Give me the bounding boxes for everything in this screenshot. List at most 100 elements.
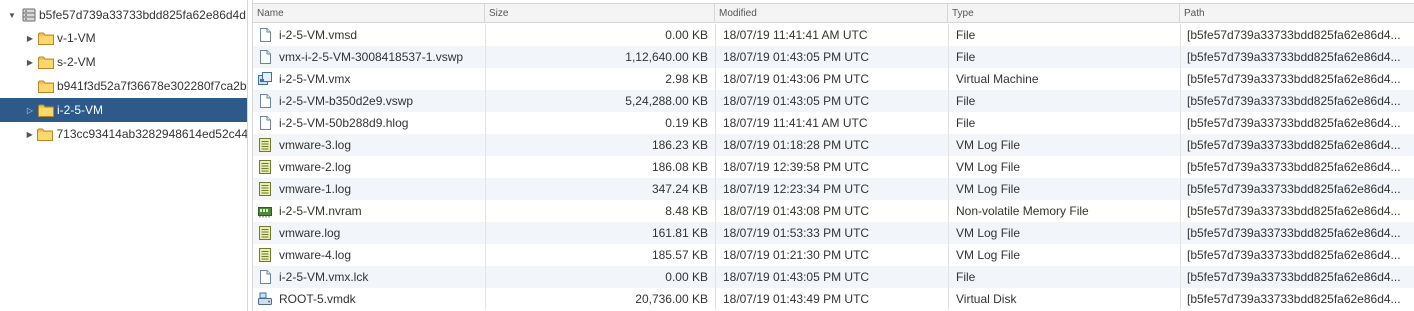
cell-size: 186.23 KB <box>651 138 708 152</box>
table-row[interactable]: vmware-3.log 186.23 KB 18/07/19 01:18:28 P… <box>253 134 1414 156</box>
cell-modified: 18/07/19 12:23:34 PM UTC <box>723 182 870 196</box>
tree-item[interactable]: b941f3d52a7f36678e302280f7ca2b <box>0 74 247 98</box>
cell-type: File <box>956 28 976 42</box>
cell-path: [b5fe57d739a33733bdd825fa62e86d4... <box>1187 226 1401 240</box>
table-row[interactable]: vmware.log 161.81 KB 18/07/19 01:53:33 PM … <box>253 222 1414 244</box>
cell-type: VM Log File <box>956 182 1021 196</box>
tree-item[interactable]: ▶ 713cc93414ab3282948614ed52c44 <box>0 122 248 146</box>
table-row[interactable]: vmware-4.log 185.57 KB 18/07/19 01:21:30 P… <box>253 244 1414 266</box>
cell-size: 0.00 KB <box>665 270 708 284</box>
column-header-modified[interactable]: Modified <box>715 4 948 23</box>
tree-item-label: i-2-5-VM <box>57 103 104 117</box>
cell-size: 0.00 KB <box>665 28 708 42</box>
table-row[interactable]: i-2-5-VM.vmx.lck 0.00 KB 18/07/19 01:43:05… <box>253 266 1414 288</box>
column-separator <box>715 134 716 156</box>
table-row[interactable]: i-2-5-VM-b350d2e9.vswp 5,24,288.00 KB 18/0… <box>253 90 1414 112</box>
column-separator <box>1180 90 1181 112</box>
cell-type: Virtual Disk <box>956 292 1017 306</box>
table-row[interactable]: i-2-5-VM.vmsd 0.00 KB 18/07/19 11:41:41 AM… <box>253 24 1414 46</box>
table-row[interactable]: i-2-5-VM.vmx 2.98 KB 18/07/19 01:43:06 PM … <box>253 68 1414 90</box>
table-row[interactable]: vmware-2.log 186.08 KB 18/07/19 12:39:58 P… <box>253 156 1414 178</box>
folder-icon <box>38 104 54 117</box>
cell-name[interactable]: vmware-1.log <box>279 178 483 200</box>
column-separator <box>485 90 486 112</box>
column-separator <box>715 156 716 178</box>
tree-item-label: s-2-VM <box>57 55 96 69</box>
cell-name[interactable]: vmware-4.log <box>279 244 483 266</box>
cell-type: File <box>956 270 976 284</box>
column-separator <box>948 178 949 200</box>
column-separator <box>485 222 486 244</box>
table-row[interactable]: vmware-1.log 347.24 KB 18/07/19 12:23:34 P… <box>253 178 1414 200</box>
column-separator <box>485 244 486 266</box>
column-separator <box>948 46 949 68</box>
table-row[interactable]: vmx-i-2-5-VM-3008418537-1.vswp 1,12,640.0… <box>253 46 1414 68</box>
cell-name[interactable]: ROOT-5.vmdk <box>279 288 483 310</box>
expand-arrow-icon[interactable]: ▶ <box>24 56 36 68</box>
cell-path: [b5fe57d739a33733bdd825fa62e86d4... <box>1187 204 1401 218</box>
cell-path: [b5fe57d739a33733bdd825fa62e86d4... <box>1187 28 1401 42</box>
datastore-tree: ▼ b5fe57d739a33733bdd825fa62e86d4d ▶ v-1-… <box>0 0 248 311</box>
column-separator <box>1180 24 1181 46</box>
cell-size: 20,736.00 KB <box>635 292 708 306</box>
grid-header: Name Size Modified Type Path <box>253 3 1414 23</box>
datastore-icon <box>22 8 36 22</box>
tree-item-label: 713cc93414ab3282948614ed52c44 <box>56 127 248 141</box>
column-separator <box>1180 288 1181 310</box>
cell-name[interactable]: i-2-5-VM-50b288d9.hlog <box>279 112 483 134</box>
column-header-type[interactable]: Type <box>948 4 1180 23</box>
column-separator <box>1180 156 1181 178</box>
cell-size: 347.24 KB <box>651 182 708 196</box>
column-separator <box>485 288 486 310</box>
column-separator <box>715 266 716 288</box>
cell-type: Non-volatile Memory File <box>956 204 1089 218</box>
cell-type: File <box>956 116 976 130</box>
tree-item[interactable]: ▶ v-1-VM <box>0 26 247 50</box>
cell-name[interactable]: vmware-3.log <box>279 134 483 156</box>
expand-arrow-icon[interactable]: ▶ <box>24 128 35 140</box>
cell-name[interactable]: i-2-5-VM.nvram <box>279 200 483 222</box>
table-row[interactable]: i-2-5-VM.nvram 8.48 KB 18/07/19 01:43:08 P… <box>253 200 1414 222</box>
cell-name[interactable]: vmx-i-2-5-VM-3008418537-1.vswp <box>279 46 483 68</box>
file-icon <box>257 269 273 285</box>
cell-modified: 18/07/19 01:21:30 PM UTC <box>723 248 870 262</box>
file-icon <box>257 27 273 43</box>
cell-name[interactable]: i-2-5-VM.vmx.lck <box>279 266 483 288</box>
column-separator <box>485 200 486 222</box>
cell-path: [b5fe57d739a33733bdd825fa62e86d4... <box>1187 72 1401 86</box>
virtual-machine-icon <box>257 71 273 87</box>
cell-type: VM Log File <box>956 138 1021 152</box>
cell-name[interactable]: i-2-5-VM.vmx <box>279 68 483 90</box>
cell-modified: 18/07/19 01:43:49 PM UTC <box>723 292 870 306</box>
column-header-path[interactable]: Path <box>1180 4 1414 23</box>
expand-arrow-icon[interactable]: ▶ <box>24 32 36 44</box>
log-file-icon <box>257 181 273 197</box>
tree-root[interactable]: ▼ b5fe57d739a33733bdd825fa62e86d4d <box>0 3 247 27</box>
cell-modified: 18/07/19 01:43:05 PM UTC <box>723 50 870 64</box>
column-separator <box>715 288 716 310</box>
column-separator <box>485 266 486 288</box>
cell-type: VM Log File <box>956 226 1021 240</box>
column-header-name[interactable]: Name <box>253 4 485 23</box>
column-separator <box>948 90 949 112</box>
tree-item-label: b941f3d52a7f36678e302280f7ca2b <box>57 79 247 93</box>
tree-item[interactable]: ▷ i-2-5-VM <box>0 98 247 122</box>
file-icon <box>257 93 273 109</box>
column-separator <box>948 200 949 222</box>
tree-item[interactable]: ▶ s-2-VM <box>0 50 247 74</box>
table-row[interactable]: i-2-5-VM-50b288d9.hlog 0.19 KB 18/07/19 11… <box>253 112 1414 134</box>
expand-toggle-icon[interactable]: ▼ <box>6 9 18 21</box>
column-separator <box>715 112 716 134</box>
column-header-size[interactable]: Size <box>485 4 715 23</box>
expand-arrow-icon[interactable]: ▷ <box>24 104 36 116</box>
table-row[interactable]: ROOT-5.vmdk 20,736.00 KB 18/07/19 01:43:49… <box>253 288 1414 310</box>
cell-name[interactable]: i-2-5-VM.vmsd <box>279 24 483 46</box>
cell-name[interactable]: i-2-5-VM-b350d2e9.vswp <box>279 90 483 112</box>
column-separator <box>715 68 716 90</box>
column-separator <box>485 46 486 68</box>
cell-name[interactable]: vmware-2.log <box>279 156 483 178</box>
column-separator <box>1180 244 1181 266</box>
column-separator <box>715 200 716 222</box>
cell-name[interactable]: vmware.log <box>279 222 483 244</box>
cell-size: 161.81 KB <box>651 226 708 240</box>
